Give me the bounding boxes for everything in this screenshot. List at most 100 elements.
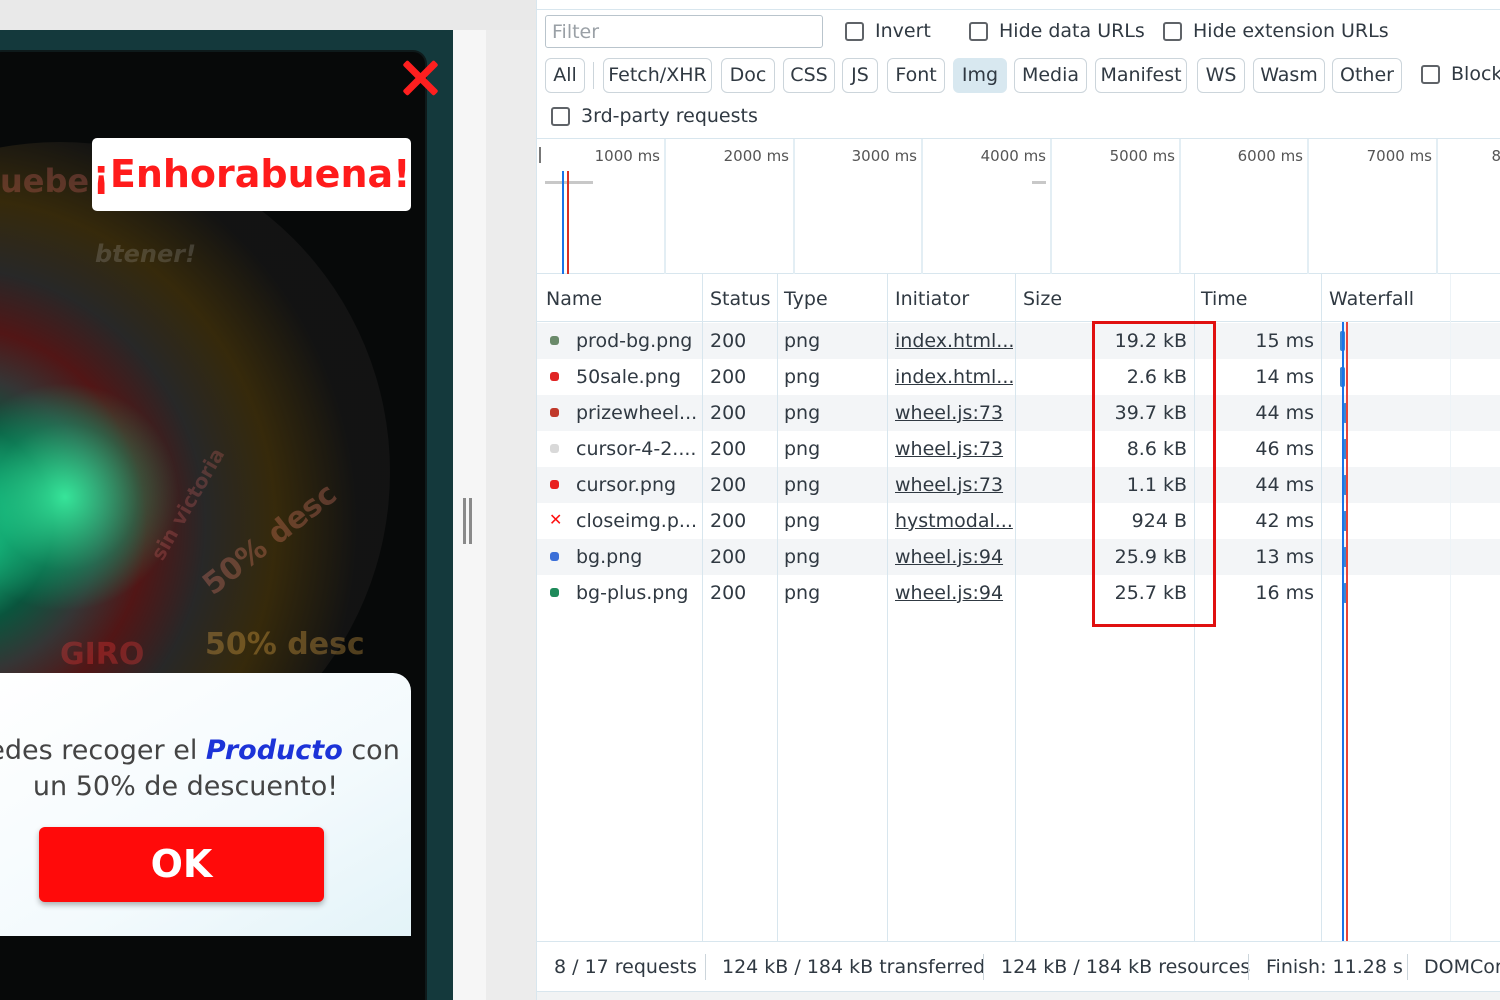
column-header-status[interactable]: Status (710, 274, 771, 324)
filter-fetch-xhr-button[interactable]: Fetch/XHR (603, 58, 712, 93)
cell-initiator[interactable]: index.html... (895, 359, 1013, 395)
cell-initiator[interactable]: wheel.js:94 (895, 575, 1013, 611)
overview-start-tick (539, 147, 541, 163)
column-header-size[interactable]: Size (1023, 274, 1062, 324)
invert-checkbox[interactable]: Invert (845, 20, 931, 42)
filter-css-button[interactable]: CSS (783, 58, 835, 93)
resources-size: 124 kB / 184 kB resources (1001, 956, 1251, 978)
cell-name[interactable]: prizewheel... (576, 395, 700, 431)
cell-type: png (784, 438, 821, 460)
overview-tick-label: 8 (1491, 147, 1500, 165)
timeline-overview[interactable]: 1000 ms 2000 ms 3000 ms 4000 ms 5000 ms … (537, 138, 1500, 275)
table-row[interactable]: prizewheel... 200 png wheel.js:73 39.7 kB 44 … (537, 395, 1500, 431)
cell-initiator[interactable]: index.html... (895, 323, 1013, 359)
domcontentloaded-time: DOMCor (1424, 956, 1500, 978)
cell-initiator[interactable]: wheel.js:94 (895, 539, 1013, 575)
overview-gridline (1050, 139, 1052, 275)
cell-name[interactable]: bg.png (576, 539, 700, 575)
toolbar-top-border (537, 0, 1500, 10)
cell-type: png (784, 474, 821, 496)
table-row[interactable]: cursor.png 200 png wheel.js:73 1.1 kB 44 ms (537, 467, 1500, 503)
cell-type: png (784, 546, 821, 568)
close-icon[interactable] (400, 58, 440, 98)
third-party-requests-checkbox[interactable]: 3rd-party requests (551, 105, 758, 127)
ok-button[interactable]: OK (39, 827, 324, 902)
overview-tick-label: 6000 ms (1237, 147, 1303, 165)
cell-status: 200 (710, 366, 747, 388)
table-row[interactable]: cursor-4-2.... 200 png wheel.js:73 8.6 kB 46 … (537, 431, 1500, 467)
cell-initiator[interactable]: wheel.js:73 (895, 395, 1013, 431)
image-thumb-icon (550, 480, 559, 489)
table-row[interactable]: ✕ closeimg.p... 200 png hystmodal... 924 B 42 … (537, 503, 1500, 539)
checkbox-box[interactable] (845, 21, 864, 41)
image-thumb-icon (550, 552, 559, 561)
overview-tick-label: 1000 ms (594, 147, 660, 165)
checkbox-label: Invert (875, 20, 931, 42)
cell-status: 200 (710, 402, 747, 424)
filter-other-button[interactable]: Other (1332, 58, 1402, 93)
overview-load-marker (567, 171, 569, 275)
cell-name[interactable]: closeimg.p... (576, 503, 700, 539)
filter-input[interactable] (545, 15, 823, 48)
checkbox-box[interactable] (1163, 21, 1182, 41)
column-divider (702, 274, 703, 941)
waterfall-gridline (1450, 274, 1451, 941)
checkbox-box[interactable] (551, 106, 570, 126)
cell-name[interactable]: bg-plus.png (576, 575, 700, 611)
overview-gridline (1179, 139, 1181, 275)
table-row[interactable]: bg.png 200 png wheel.js:94 25.9 kB 13 ms (537, 539, 1500, 575)
faded-subheading-text: btener! (95, 240, 197, 268)
popup-title-box: ¡Enhorabuena! (92, 138, 411, 211)
cell-initiator[interactable]: wheel.js:73 (895, 467, 1013, 503)
cell-status: 200 (710, 510, 747, 532)
message-prefix: uedes recoger el (0, 735, 198, 766)
block-requests-checkbox[interactable]: Block (1421, 63, 1500, 85)
drawer-edge (537, 991, 1500, 1000)
checkbox-box[interactable] (969, 21, 988, 41)
checkbox-box[interactable] (1421, 64, 1440, 84)
column-divider (1321, 274, 1322, 941)
overview-request-bar (1032, 181, 1046, 184)
filter-img-button[interactable]: Img (953, 58, 1007, 93)
filter-doc-button[interactable]: Doc (721, 58, 775, 93)
column-header-initiator[interactable]: Initiator (895, 274, 969, 324)
filter-js-button[interactable]: JS (842, 58, 878, 93)
filter-manifest-button[interactable]: Manifest (1095, 58, 1187, 93)
cell-status: 200 (710, 438, 747, 460)
column-header-waterfall[interactable]: Waterfall (1329, 274, 1414, 324)
cell-type: png (784, 402, 821, 424)
cell-type: png (784, 510, 821, 532)
column-header-time[interactable]: Time (1201, 274, 1248, 324)
filter-media-button[interactable]: Media (1014, 58, 1087, 93)
filter-wasm-button[interactable]: Wasm (1253, 58, 1325, 93)
filter-all-button[interactable]: All (545, 58, 585, 93)
overview-gridline (1436, 139, 1438, 275)
cell-initiator[interactable]: wheel.js:73 (895, 431, 1013, 467)
status-separator (1407, 954, 1408, 980)
cell-name[interactable]: cursor-4-2.... (576, 431, 700, 467)
column-header-name[interactable]: Name (546, 274, 602, 324)
image-thumb-icon (550, 408, 559, 417)
table-row[interactable]: bg-plus.png 200 png wheel.js:94 25.7 kB 16 ms (537, 575, 1500, 611)
table-row[interactable]: prod-bg.png 200 png index.html... 19.2 kB 15 … (537, 323, 1500, 359)
web-page-viewport: uebe s btener! 50% desc 50% desc GIRO si… (0, 0, 536, 1000)
checkbox-label: Hide data URLs (999, 20, 1145, 42)
status-separator (705, 954, 706, 980)
waterfall-load-line (1346, 322, 1348, 941)
table-row[interactable]: 50sale.png 200 png index.html... 2.6 kB 14 ms (537, 359, 1500, 395)
hide-data-urls-checkbox[interactable]: Hide data URLs (969, 20, 1145, 42)
filter-font-button[interactable]: Font (887, 58, 945, 93)
column-header-type[interactable]: Type (784, 274, 828, 324)
cell-initiator[interactable]: hystmodal... (895, 503, 1013, 539)
cell-name[interactable]: prod-bg.png (576, 323, 700, 359)
overview-gridline (793, 139, 795, 275)
cell-name[interactable]: 50sale.png (576, 359, 700, 395)
resize-handle[interactable] (463, 498, 473, 544)
status-separator (1248, 954, 1249, 980)
message-product: Producto (205, 735, 343, 766)
column-divider (887, 274, 888, 941)
close-thumb-icon: ✕ (549, 510, 563, 529)
cell-name[interactable]: cursor.png (576, 467, 700, 503)
hide-extension-urls-checkbox[interactable]: Hide extension URLs (1163, 20, 1389, 42)
filter-ws-button[interactable]: WS (1197, 58, 1245, 93)
